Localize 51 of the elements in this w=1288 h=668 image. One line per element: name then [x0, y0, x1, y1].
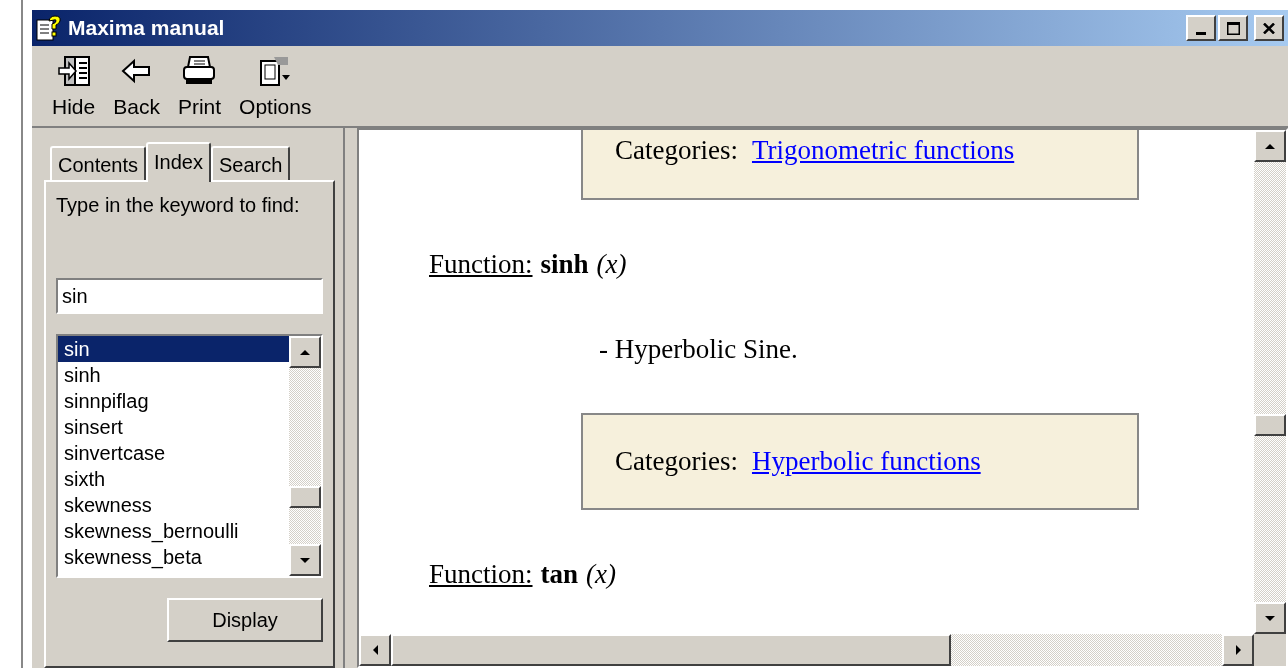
printer-icon	[182, 54, 217, 87]
scroll-down-button[interactable]	[289, 544, 321, 576]
field-label: Type in the keyword to find:	[56, 193, 301, 218]
function-name: sinh	[540, 248, 589, 281]
minimize-icon	[1196, 32, 1206, 35]
document-menu-icon	[258, 54, 293, 87]
toolbar-button[interactable]: Options	[239, 54, 312, 122]
list-item[interactable]: skewness	[58, 492, 289, 518]
function-args: (x)	[586, 557, 616, 591]
function-label: Function:	[429, 557, 533, 591]
toolbar-button[interactable]: Print	[177, 54, 222, 122]
function-label: Function:	[429, 248, 533, 281]
category-label: Categories:	[615, 134, 738, 167]
scroll-down-button[interactable]	[1254, 602, 1286, 634]
window-title: Maxima manual	[68, 15, 225, 42]
tab[interactable]: Index	[146, 142, 211, 182]
function-args: (x)	[596, 248, 627, 281]
maximize-button[interactable]	[1218, 15, 1248, 41]
scroll-right-button[interactable]	[1222, 634, 1254, 666]
description-text: - Hyperbolic Sine.	[599, 332, 799, 366]
list-item[interactable]: sinh	[58, 362, 289, 388]
function-name: tan	[540, 557, 579, 591]
toolbar-button[interactable]: Hide	[52, 54, 96, 122]
maximize-icon	[1226, 21, 1240, 35]
tab[interactable]: Search	[211, 146, 291, 180]
minimize-button[interactable]	[1186, 15, 1216, 41]
scroll-up-button[interactable]	[289, 336, 321, 368]
category-link[interactable]: Trigonometric functions	[751, 130, 1015, 172]
scroll-up-button[interactable]	[1254, 130, 1286, 162]
list-item[interactable]: skewness_bernoulli	[58, 518, 289, 544]
close-icon	[1263, 22, 1275, 34]
scroll-thumb[interactable]	[1254, 414, 1286, 436]
category-label: Categories:	[615, 445, 738, 478]
list-item[interactable]: sixth	[58, 466, 289, 492]
list-item[interactable]: sinvertcase	[58, 440, 289, 466]
list-item[interactable]: sin	[58, 336, 289, 362]
help-book-icon	[36, 15, 62, 41]
scroll-thumb[interactable]	[391, 634, 951, 666]
category-link[interactable]: Hyperbolic functions	[751, 441, 981, 482]
display-button[interactable]: Display	[167, 598, 323, 642]
tab[interactable]: Contents	[50, 146, 147, 180]
close-button[interactable]	[1254, 15, 1284, 41]
scroll-thumb[interactable]	[289, 486, 321, 508]
list-item[interactable]: skewness_beta	[58, 544, 289, 570]
toolbar-button[interactable]: Back	[113, 54, 160, 122]
list-item[interactable]: sinnpiflag	[58, 388, 289, 414]
list-item[interactable]: sinsert	[58, 414, 289, 440]
scrollbar-corner	[1254, 634, 1286, 666]
keyword-field[interactable]: sin	[56, 278, 323, 314]
hide-pane-icon	[56, 54, 91, 87]
scroll-left-button[interactable]	[359, 634, 391, 666]
